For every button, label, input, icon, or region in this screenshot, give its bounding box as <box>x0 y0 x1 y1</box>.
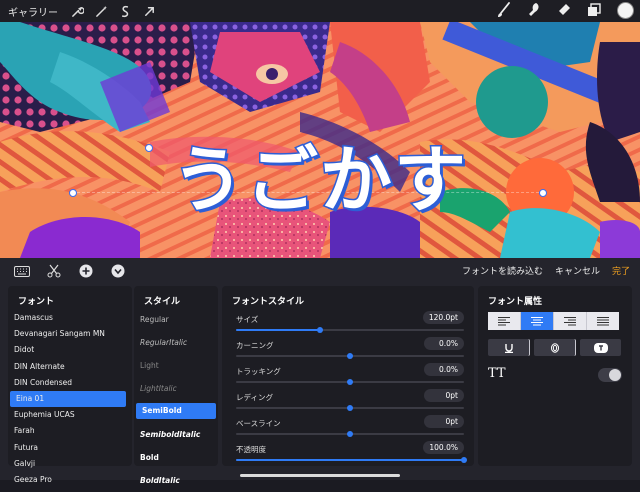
font-style-slider[interactable] <box>236 327 464 333</box>
font-list-item[interactable]: DIN Condensed <box>8 375 130 391</box>
font-attributes-title: フォント属性 <box>488 297 543 307</box>
font-list-item[interactable]: Devanagari Sangam MN <box>8 326 130 342</box>
font-style-value-field[interactable]: 0.0% <box>424 337 464 350</box>
done-button[interactable]: 完了 <box>612 264 630 277</box>
style-list-item[interactable]: Bold <box>134 446 218 469</box>
slider-knob[interactable] <box>461 457 467 463</box>
slider-knob[interactable] <box>317 327 324 333</box>
font-style-value-field[interactable]: 0pt <box>424 415 464 428</box>
font-style-slider[interactable] <box>236 457 467 463</box>
style-list-panel: スタイル Regular RegularItalic Light LightItali… <box>134 286 218 485</box>
font-style-title: フォントスタイル <box>232 297 305 307</box>
align-center-icon[interactable] <box>521 312 554 330</box>
align-left-icon[interactable] <box>488 312 521 330</box>
style-list-item[interactable]: Light <box>134 354 218 377</box>
font-list-item[interactable]: DIN Alternate <box>8 359 130 375</box>
align-right-icon[interactable] <box>554 312 587 330</box>
style-list-item[interactable]: LightItalic <box>134 377 218 400</box>
font-list-item[interactable]: Futura <box>8 440 130 456</box>
font-style-label: サイズ <box>236 315 259 324</box>
style-list-item[interactable]: RegularItalic <box>134 331 218 354</box>
keyboard-icon[interactable] <box>12 263 32 279</box>
font-style-label: 不透明度 <box>236 445 266 454</box>
slider-knob[interactable] <box>347 379 353 385</box>
font-style-row: カーニング 0.0% <box>232 334 464 360</box>
top-toolbar: ギャラリー <box>0 0 640 22</box>
font-style-label: レディング <box>236 393 273 402</box>
font-list-item[interactable]: Euphemia UCAS <box>8 407 130 423</box>
outline-icon[interactable] <box>534 339 576 356</box>
slider-fill <box>236 329 321 331</box>
font-style-value-field[interactable]: 120.0pt <box>422 311 464 324</box>
decoration-control <box>488 339 625 356</box>
smudge-icon[interactable] <box>525 1 543 19</box>
font-list-panel: フォント Damascus Devanagari Sangam MN Didot DI… <box>8 286 132 484</box>
font-style-label: カーニング <box>236 341 274 350</box>
font-style-label: ベースライン <box>236 419 281 428</box>
transform-icon[interactable] <box>140 2 158 20</box>
font-list-item[interactable]: Damascus <box>8 310 130 326</box>
eraser-icon[interactable] <box>555 1 573 19</box>
add-icon[interactable] <box>76 263 96 279</box>
align-justify-icon[interactable] <box>587 312 619 330</box>
font-style-label: トラッキング <box>236 367 281 376</box>
font-list-item[interactable]: Didot <box>8 342 130 358</box>
font-style-panel: フォントスタイル サイズ 120.0pt カーニング 0.0% トラッキング 0.0% レデ… <box>222 286 474 466</box>
alignment-control <box>488 312 619 330</box>
resize-handle-right[interactable] <box>539 189 547 197</box>
text-box-icon[interactable] <box>580 339 621 356</box>
font-style-slider[interactable] <box>236 379 464 385</box>
font-list: Damascus Devanagari Sangam MN Didot DIN Alt… <box>8 310 130 488</box>
more-icon[interactable] <box>108 263 128 279</box>
magic-wand-icon[interactable] <box>92 2 110 20</box>
style-list-item[interactable]: SemiBold <box>136 403 216 419</box>
all-caps-label: TT <box>488 366 506 381</box>
font-attributes-panel: フォント属性 TT <box>478 286 632 466</box>
selection-icon[interactable] <box>116 2 134 20</box>
all-caps-toggle[interactable] <box>598 368 622 382</box>
font-style-row: ベースライン 0pt <box>232 412 464 438</box>
slider-knob[interactable] <box>347 405 353 411</box>
slider-knob[interactable] <box>347 353 353 359</box>
style-list-item[interactable]: BoldItalic <box>134 469 218 492</box>
editor-toolbar: フォントを読み込む キャンセル 完了 <box>0 258 640 284</box>
toggle-knob <box>609 369 621 381</box>
wrench-icon[interactable] <box>68 2 86 20</box>
font-style-value-field[interactable]: 100.0% <box>423 441 464 454</box>
font-list-title: フォント <box>18 297 55 307</box>
font-style-row: トラッキング 0.0% <box>232 360 464 386</box>
font-style-value-field[interactable]: 0pt <box>424 389 464 402</box>
font-style-row: 不透明度 100.0% <box>232 438 467 464</box>
color-icon[interactable] <box>617 1 634 19</box>
cut-icon[interactable] <box>44 263 64 279</box>
style-list: Regular RegularItalic Light LightItalic Semi… <box>134 308 218 492</box>
font-style-row: レディング 0pt <box>232 386 464 412</box>
font-style-slider[interactable] <box>236 431 464 437</box>
import-font-button[interactable]: フォントを読み込む <box>462 264 543 277</box>
gallery-button[interactable]: ギャラリー <box>8 4 58 19</box>
font-list-item[interactable]: Eina 01 <box>10 390 126 408</box>
font-style-value-field[interactable]: 0.0% <box>424 363 464 376</box>
canvas-text[interactable]: うごかす <box>150 137 490 224</box>
font-style-slider[interactable] <box>236 405 464 411</box>
font-list-item[interactable]: Galvji <box>8 456 130 472</box>
font-style-row: サイズ 120.0pt <box>232 308 464 334</box>
layers-icon[interactable] <box>585 1 603 19</box>
cancel-button[interactable]: キャンセル <box>555 264 600 277</box>
font-list-item[interactable]: Farah <box>8 423 130 439</box>
slider-knob[interactable] <box>347 431 353 437</box>
right-tools <box>483 1 634 19</box>
text-editor-panel: フォントを読み込む キャンセル 完了 フォント Damascus Devanaga… <box>0 258 640 485</box>
slider-fill <box>236 459 464 461</box>
brush-icon[interactable] <box>495 1 513 19</box>
resize-handle-left[interactable] <box>69 189 77 197</box>
editor-actions: フォントを読み込む キャンセル 完了 <box>450 264 630 277</box>
font-style-slider[interactable] <box>236 353 464 359</box>
artwork-canvas[interactable]: うごかす <box>0 22 640 258</box>
style-list-item[interactable]: Regular <box>134 308 218 331</box>
style-list-title: スタイル <box>144 297 181 307</box>
underline-icon[interactable] <box>488 339 530 356</box>
style-list-item[interactable]: SemiboldItalic <box>134 423 218 446</box>
home-indicator <box>240 474 400 477</box>
